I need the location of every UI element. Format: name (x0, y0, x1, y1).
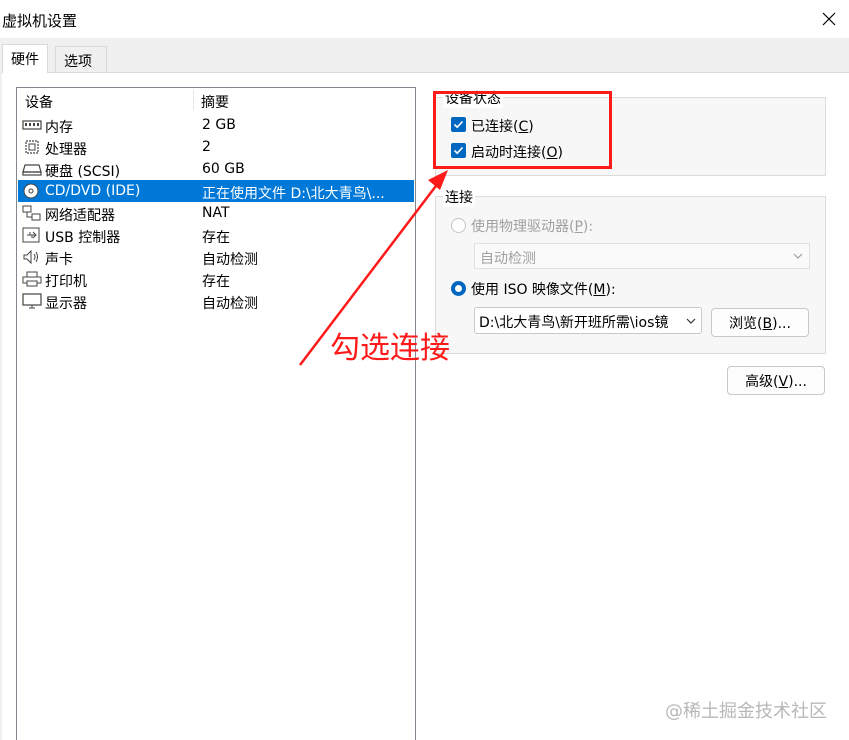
advanced-label-post: )... (788, 373, 807, 390)
chevron-down-icon (686, 318, 696, 324)
device-summary: 2 GB (202, 117, 236, 133)
connection-title: 连接 (443, 187, 475, 207)
iso-image-mnemonic: M (593, 282, 606, 298)
browse-button-label: 浏览(B)... (729, 313, 791, 333)
device-summary: 2 (202, 139, 211, 155)
iso-image-label-post: ): (605, 282, 616, 298)
advanced-button[interactable]: 高级(V)... (727, 366, 825, 395)
annotation-text: 勾选连接 (330, 331, 450, 366)
advanced-label-pre: 高级( (745, 373, 779, 390)
advanced-button-label: 高级(V)... (745, 371, 807, 391)
device-name: 硬盘 (SCSI) (45, 164, 121, 180)
physical-drive-mnemonic: P (574, 219, 583, 235)
close-icon (822, 12, 836, 26)
device-row-usb-controller[interactable]: USB 控制器 存在 (18, 224, 414, 246)
network-adapter-icon (22, 205, 41, 221)
iso-image-radio[interactable] (451, 281, 466, 296)
device-row-sound-card[interactable]: 声卡 自动检测 (18, 246, 414, 268)
radio-dot (455, 285, 462, 292)
tab-hardware[interactable]: 硬件 (2, 44, 48, 73)
device-row-hard-disk[interactable]: 硬盘 (SCSI) 60 GB (18, 158, 414, 180)
memory-icon (22, 120, 42, 130)
device-summary: 存在 (202, 274, 230, 290)
device-name: 显示器 (45, 296, 87, 312)
tab-options[interactable]: 选项 (55, 46, 107, 72)
physical-drive-select-value: 自动检测 (480, 251, 536, 267)
device-row-network-adapter[interactable]: 网络适配器 NAT (18, 202, 414, 224)
device-name: 处理器 (45, 142, 87, 158)
close-button[interactable] (814, 4, 844, 34)
device-row-printer[interactable]: 打印机 存在 (18, 268, 414, 290)
cd-dvd-icon (23, 183, 39, 199)
device-list[interactable]: 设备 摘要 内存 2 GB 处理器 2 硬盘 (SCSI) 60 GB CD/D… (16, 87, 416, 740)
physical-drive-radio[interactable] (451, 218, 466, 233)
browse-label-pre: 浏览( (729, 315, 763, 332)
device-summary: 60 GB (202, 161, 245, 177)
title-bar: 虚拟机设置 (0, 0, 849, 38)
device-name: 网络适配器 (45, 208, 115, 224)
device-row-cd-dvd[interactable]: CD/DVD (IDE) 正在使用文件 D:\北大青鸟\... (18, 180, 414, 202)
column-header-device[interactable]: 设备 (25, 92, 53, 112)
speaker-icon (23, 249, 38, 265)
device-list-header: 设备 摘要 (17, 88, 415, 112)
browse-mnemonic: B (762, 315, 773, 332)
annotation-highlight-box (433, 91, 612, 169)
device-summary: 自动检测 (202, 296, 258, 312)
column-header-summary[interactable]: 摘要 (201, 92, 229, 112)
device-name: CD/DVD (IDE) (45, 183, 141, 199)
device-name: 内存 (45, 120, 73, 136)
device-row-processor[interactable]: 处理器 2 (18, 136, 414, 158)
device-summary: NAT (202, 205, 230, 221)
device-row-display[interactable]: 显示器 自动检测 (18, 290, 414, 312)
tab-hardware-label: 硬件 (11, 52, 39, 68)
chevron-down-icon (793, 253, 803, 259)
device-name: USB 控制器 (45, 230, 121, 246)
browse-button[interactable]: 浏览(B)... (711, 308, 809, 337)
device-name: 声卡 (45, 252, 73, 268)
cpu-icon (25, 140, 39, 154)
browse-label-post: )... (772, 315, 791, 332)
usb-icon (22, 227, 40, 243)
device-row-memory[interactable]: 内存 2 GB (18, 114, 414, 136)
physical-drive-select[interactable]: 自动检测 (474, 243, 810, 269)
physical-drive-label-post: ): (582, 219, 594, 235)
watermark: @稀土掘金技术社区 (665, 701, 827, 722)
device-summary: 存在 (202, 230, 230, 246)
tab-options-label: 选项 (64, 54, 92, 70)
monitor-icon (22, 293, 42, 309)
physical-drive-label[interactable]: 使用物理驱动器(P): (471, 216, 593, 236)
device-name: 打印机 (45, 274, 87, 290)
device-summary: 自动检测 (202, 252, 258, 268)
window-title: 虚拟机设置 (2, 12, 78, 30)
advanced-mnemonic: V (778, 373, 789, 390)
iso-image-path-combo[interactable]: D:\北大青鸟\新开班所需\ios镜 (474, 307, 702, 334)
physical-drive-label-pre: 使用物理驱动器( (471, 219, 575, 235)
column-divider[interactable] (193, 90, 194, 110)
iso-image-path: D:\北大青鸟\新开班所需\ios镜 (479, 315, 669, 331)
hard-disk-icon (22, 164, 42, 176)
device-summary: 正在使用文件 D:\北大青鸟\... (202, 186, 385, 202)
printer-icon (22, 271, 42, 287)
iso-image-label[interactable]: 使用 ISO 映像文件(M): (471, 279, 616, 299)
iso-image-label-pre: 使用 ISO 映像文件( (471, 282, 594, 298)
